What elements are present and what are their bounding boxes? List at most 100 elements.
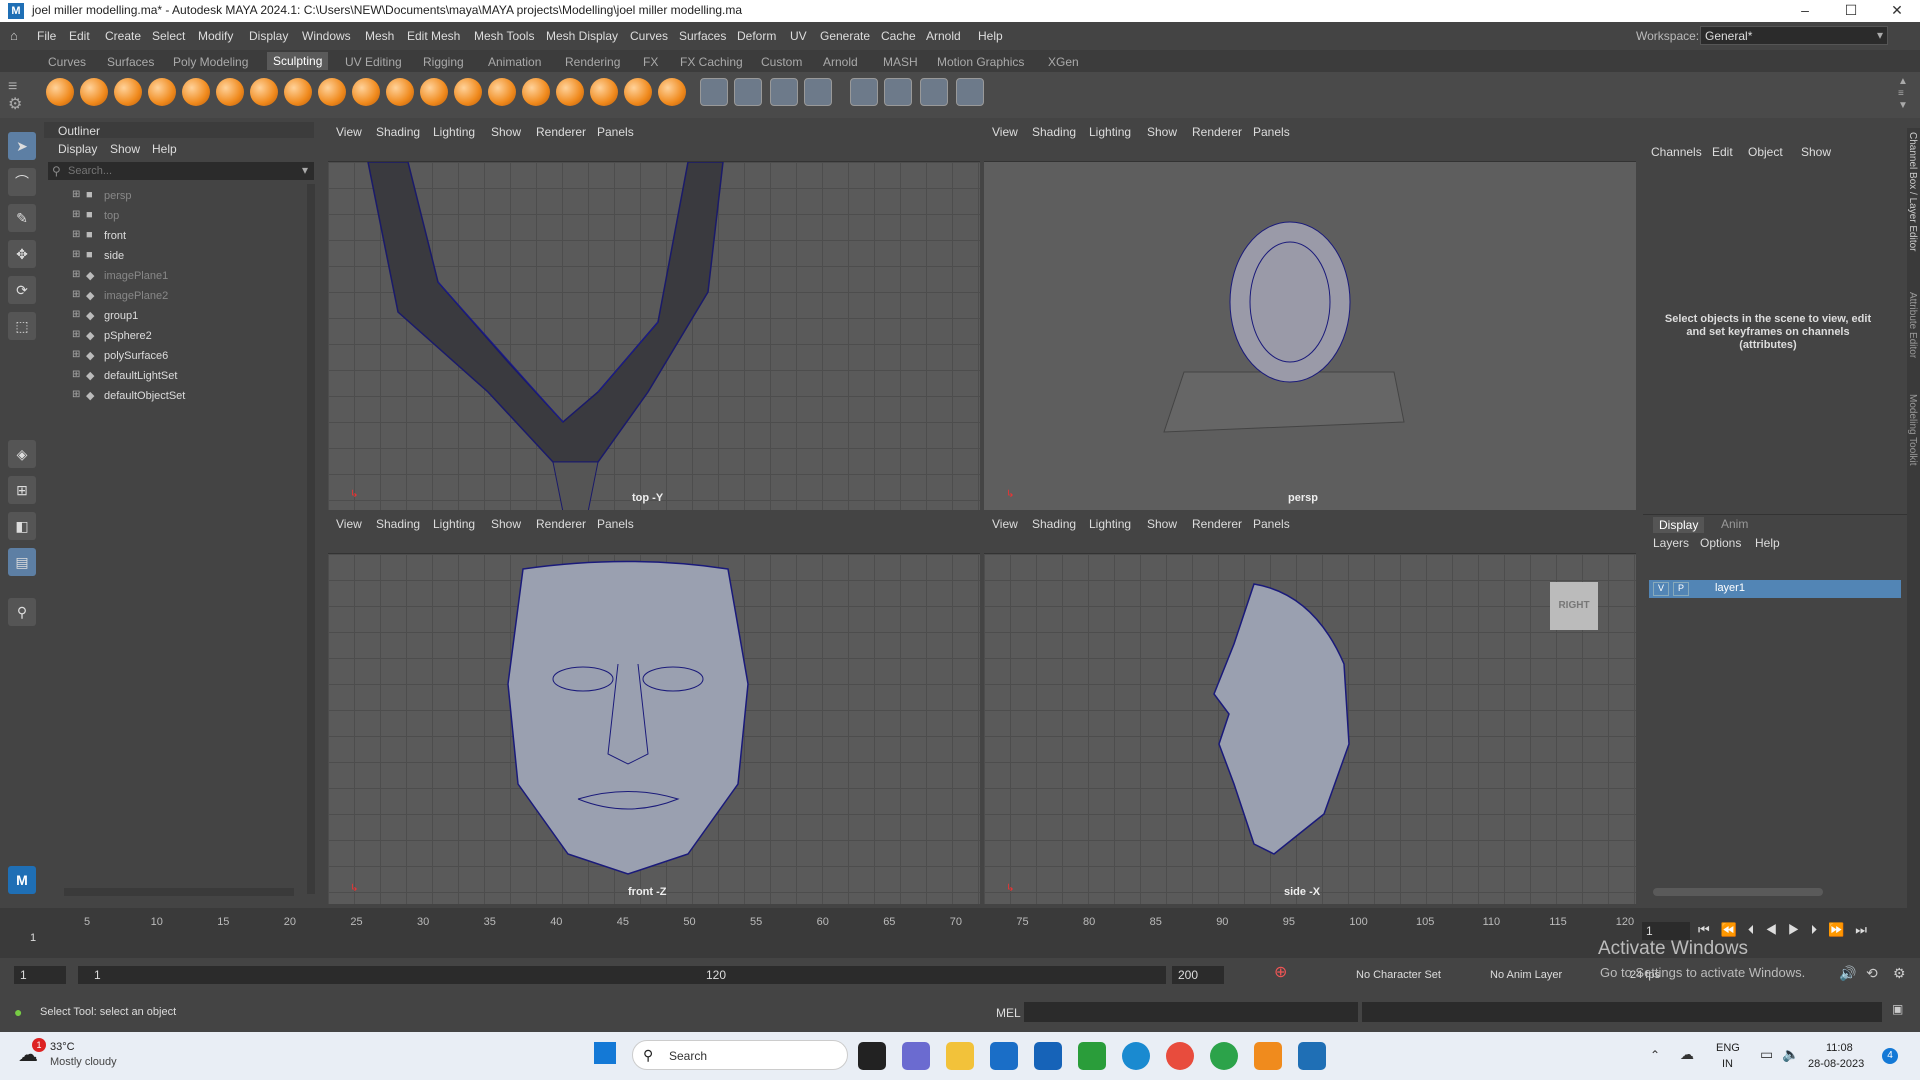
panel-menu-shading[interactable]: Shading — [376, 517, 420, 531]
layer-scrollbar[interactable] — [1653, 888, 1823, 896]
panel-menu-lighting[interactable]: Lighting — [433, 517, 475, 531]
channel-menu-edit[interactable]: Edit — [1712, 145, 1733, 159]
store-icon[interactable] — [990, 1042, 1018, 1070]
close-button[interactable]: ✕ — [1874, 0, 1920, 22]
clock-date[interactable]: 28-08-2023 — [1808, 1058, 1864, 1070]
panel-toolbar[interactable] — [984, 140, 1636, 162]
tray-chevron-icon[interactable]: ⌃ — [1650, 1048, 1660, 1062]
layer-menu-help[interactable]: Help — [1755, 536, 1780, 550]
panel-menu-panels[interactable]: Panels — [597, 517, 634, 531]
shape-editor-icon[interactable] — [920, 78, 948, 106]
panel-menu-renderer[interactable]: Renderer — [536, 125, 586, 139]
file-explorer-icon[interactable] — [946, 1042, 974, 1070]
outliner-menu-help[interactable]: Help — [152, 142, 177, 156]
menu-modify[interactable]: Modify — [198, 29, 233, 43]
workspace-select[interactable]: General* ▾ — [1700, 26, 1888, 45]
layer-menu-layers[interactable]: Layers — [1653, 536, 1689, 550]
script-editor-icon[interactable]: ▣ — [1892, 1002, 1903, 1016]
maya-taskbar-icon[interactable] — [1298, 1042, 1326, 1070]
viewport-front[interactable]: View Shading Lighting Show Renderer Panels fr… — [328, 514, 980, 904]
shelf-tab-sculpting[interactable]: Sculpting — [267, 52, 329, 70]
shelf-tab-motion-graphics[interactable]: Motion Graphics — [937, 55, 1024, 69]
panel-menu-show[interactable]: Show — [491, 125, 521, 139]
layer-row[interactable]: V P layer1 — [1649, 580, 1901, 598]
panel-menu-renderer[interactable]: Renderer — [536, 517, 586, 531]
panel-menu-lighting[interactable]: Lighting — [1089, 517, 1131, 531]
bulge-tool-icon[interactable] — [556, 78, 584, 106]
panel-menu-panels[interactable]: Panels — [1253, 125, 1290, 139]
four-view-icon[interactable]: ⊞ — [8, 476, 36, 504]
expand-icon[interactable]: ⊞ — [72, 309, 80, 320]
outliner-item[interactable]: ⊞ ◆ defaultLightSet — [72, 368, 302, 386]
flatten-tool-icon[interactable] — [216, 78, 244, 106]
task-view-icon[interactable] — [858, 1042, 886, 1070]
menu-create[interactable]: Create — [105, 29, 141, 43]
audio-icon[interactable]: 🔊 — [1839, 965, 1856, 982]
taskbar-search[interactable]: ⚲ Search — [632, 1040, 848, 1070]
layer-tab-display[interactable]: Display — [1653, 517, 1705, 533]
menu-mesh[interactable]: Mesh — [365, 29, 394, 43]
blendshape-icon[interactable] — [850, 78, 878, 106]
move-tool-icon[interactable]: ✥ — [8, 240, 36, 268]
panel-menu-shading[interactable]: Shading — [376, 125, 420, 139]
range-slider[interactable]: 1 120 — [78, 966, 1166, 984]
panel-menu-lighting[interactable]: Lighting — [1089, 125, 1131, 139]
outliner-item[interactable]: ⊞ ◆ defaultObjectSet — [72, 388, 302, 406]
auto-key-icon[interactable]: ⊕ — [1274, 962, 1287, 982]
side-tab-modeling-toolkit[interactable]: Modeling Toolkit — [1907, 394, 1918, 466]
viewport-side[interactable]: View Shading Lighting Show Renderer Panels RI… — [984, 514, 1636, 904]
pose-space-icon[interactable] — [884, 78, 912, 106]
expand-icon[interactable]: ⊞ — [72, 189, 80, 200]
menu-deform[interactable]: Deform — [737, 29, 776, 43]
spray-tool-icon[interactable] — [284, 78, 312, 106]
outliner-search[interactable]: ⚲ ▾ — [48, 162, 314, 180]
foamy-tool-icon[interactable] — [250, 78, 278, 106]
layer-name[interactable]: layer1 — [1715, 582, 1745, 594]
anim-layer-select[interactable]: No Anim Layer — [1490, 969, 1562, 981]
end-frame-field[interactable]: 200 — [1172, 966, 1224, 984]
expand-icon[interactable]: ⊞ — [72, 249, 80, 260]
viewport-top[interactable]: View Shading Lighting Show Renderer Panels to… — [328, 122, 980, 510]
viewport-persp[interactable]: View Shading Lighting Show Renderer Panels pe… — [984, 122, 1636, 510]
panel-menu-view[interactable]: View — [992, 517, 1018, 531]
outliner-search-input[interactable] — [68, 163, 288, 178]
menu-select[interactable]: Select — [152, 29, 185, 43]
two-view-icon[interactable]: ◧ — [8, 512, 36, 540]
outliner-item[interactable]: ⊞ ■ front — [72, 228, 302, 246]
search-icon[interactable]: ⚲ — [8, 598, 36, 626]
panel-menu-shading[interactable]: Shading — [1032, 125, 1076, 139]
expand-icon[interactable]: ⊞ — [72, 349, 80, 360]
freeze-tool-icon[interactable] — [624, 78, 652, 106]
outliner-item[interactable]: ⊞ ■ persp — [72, 188, 302, 206]
wax-tool-icon[interactable] — [386, 78, 414, 106]
shelf-tab-rendering[interactable]: Rendering — [565, 55, 620, 69]
grab-tool-icon[interactable] — [148, 78, 176, 106]
convert-to-frozen-icon[interactable] — [700, 78, 728, 106]
outliner-item[interactable]: ⊞ ◆ group1 — [72, 308, 302, 326]
maya-home-icon[interactable]: M — [8, 866, 36, 894]
playback-controls[interactable]: ⏮⏪⏴◀▶⏵⏩⏭ — [1698, 922, 1913, 938]
menu-cache[interactable]: Cache — [881, 29, 916, 43]
menu-surfaces[interactable]: Surfaces — [679, 29, 726, 43]
preferences-icon[interactable]: ⚙ — [1893, 965, 1906, 982]
outliner-item[interactable]: ⊞ ◆ pSphere2 — [72, 328, 302, 346]
lasso-tool-icon[interactable]: ⌒ — [8, 168, 36, 196]
pinch-tool-icon[interactable] — [182, 78, 210, 106]
expand-icon[interactable]: ⊞ — [72, 389, 80, 400]
uv-mesh-icon[interactable] — [734, 78, 762, 106]
panel-menu-view[interactable]: View — [336, 125, 362, 139]
panel-menu-renderer[interactable]: Renderer — [1192, 517, 1242, 531]
menu-curves[interactable]: Curves — [630, 29, 668, 43]
layer-playback-toggle[interactable]: P — [1673, 582, 1689, 596]
volume-icon[interactable]: 🔈 — [1782, 1046, 1799, 1063]
outliner-layout-icon[interactable]: ▤ — [8, 548, 36, 576]
outliner-menu-display[interactable]: Display — [58, 142, 97, 156]
menu-arnold[interactable]: Arnold — [926, 29, 961, 43]
panel-menu-panels[interactable]: Panels — [597, 125, 634, 139]
shelf-tab-surfaces[interactable]: Surfaces — [107, 55, 154, 69]
rotate-tool-icon[interactable]: ⟳ — [8, 276, 36, 304]
outliner-scrollbar[interactable] — [307, 184, 315, 894]
shelf-tab-poly-modeling[interactable]: Poly Modeling — [173, 55, 248, 69]
panel-toolbar[interactable] — [984, 532, 1636, 554]
language-region[interactable]: IN — [1722, 1058, 1733, 1070]
